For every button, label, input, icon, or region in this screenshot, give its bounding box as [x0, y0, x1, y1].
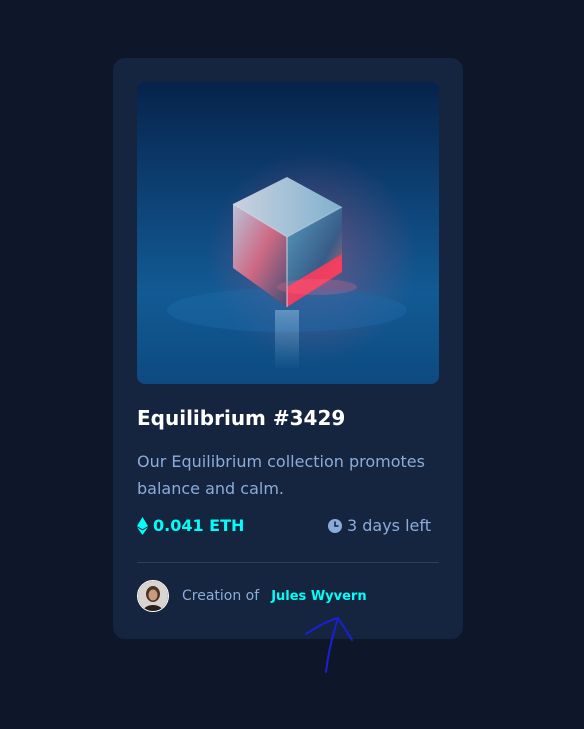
nft-title[interactable]: Equilibrium #3429	[137, 406, 345, 430]
divider	[137, 562, 439, 563]
equilibrium-cube-image	[137, 82, 439, 384]
nft-image[interactable]	[137, 82, 439, 384]
time-left: 3 days left	[327, 516, 431, 535]
price-value: 0.041 ETH	[153, 516, 245, 535]
clock-icon	[327, 518, 342, 533]
nft-description: Our Equilibrium collection promotes bala…	[137, 452, 425, 498]
creator-label: Creation of	[182, 588, 260, 604]
nft-stats: 0.041 ETH 3 days left	[137, 516, 439, 540]
price: 0.041 ETH	[137, 516, 244, 535]
creator-name-link[interactable]: Jules Wyvern	[271, 589, 366, 604]
creator-row: Creation of Jules Wyvern	[137, 580, 367, 612]
time-left-value: 3 days left	[346, 516, 431, 535]
avatar	[137, 580, 169, 612]
creator-avatar-image	[138, 581, 168, 611]
nft-card: Equilibrium #3429 Our Equilibrium collec…	[113, 58, 463, 639]
ethereum-icon	[137, 516, 148, 535]
